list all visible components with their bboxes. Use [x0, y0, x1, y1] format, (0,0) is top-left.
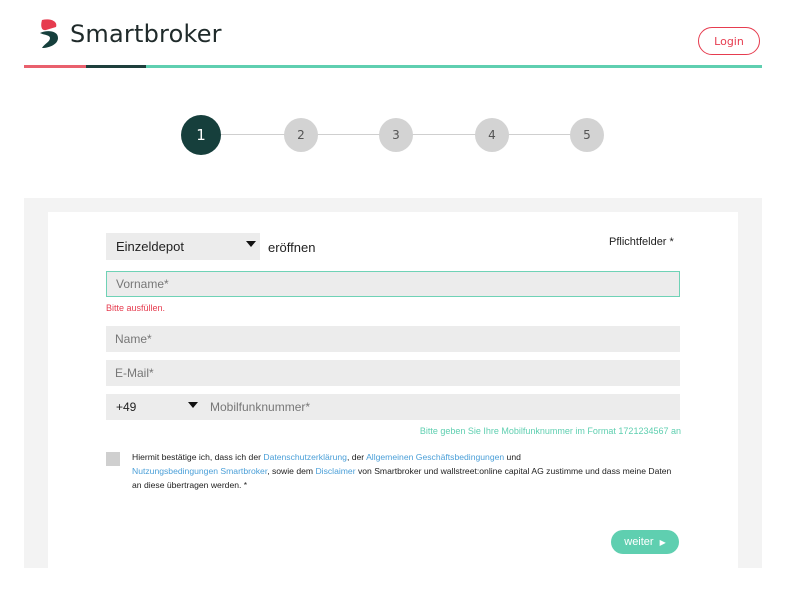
country-code-value: +49: [116, 400, 137, 414]
consent-text-part: Hiermit bestätige ich, dass ich der: [132, 452, 264, 462]
disclaimer-link[interactable]: Disclaimer: [315, 466, 355, 476]
header: Smartbroker Login: [24, 0, 762, 70]
consent-text-part: , der: [346, 452, 367, 462]
usage-terms-link[interactable]: Nutzungsbedingungen Smartbroker: [132, 466, 267, 476]
mobile-number-input[interactable]: [202, 394, 680, 420]
consent-text-part: , sowie dem: [267, 466, 316, 476]
country-code-select[interactable]: +49: [106, 394, 202, 420]
page: Smartbroker Login 1 2 3 4 5 Einzeldepot …: [0, 0, 808, 594]
login-button[interactable]: Login: [698, 27, 760, 55]
mobile-number-hint: Bitte geben Sie Ihre Mobilfunknummer im …: [419, 426, 681, 436]
email-input[interactable]: [106, 360, 680, 386]
consent-text: Hiermit bestätige ich, dass ich der Date…: [132, 450, 677, 492]
depot-type-value: Einzeldepot: [116, 239, 184, 254]
next-button[interactable]: weiter ▶: [611, 530, 679, 554]
step-3[interactable]: 3: [379, 118, 413, 152]
first-name-error: Bitte ausfüllen.: [106, 303, 166, 313]
header-bar-green: [146, 65, 762, 68]
terms-link[interactable]: Allgemeinen Geschäftsbedingungen: [366, 452, 504, 462]
last-name-input[interactable]: [106, 326, 680, 352]
step-4[interactable]: 4: [475, 118, 509, 152]
consent-checkbox[interactable]: [106, 452, 120, 466]
privacy-policy-link[interactable]: Datenschutzerklärung: [263, 452, 347, 462]
brand-name: Smartbroker: [70, 20, 222, 48]
chevron-down-icon: [188, 402, 198, 408]
depot-type-select[interactable]: Einzeldepot: [106, 233, 260, 260]
step-5[interactable]: 5: [570, 118, 604, 152]
form-panel: [48, 212, 738, 568]
header-progress-bar: [24, 65, 762, 68]
smartbroker-logo-icon: [40, 19, 58, 48]
header-bar-red: [24, 65, 86, 68]
header-bar-dark: [86, 65, 146, 68]
consent-text-part: und: [504, 452, 521, 462]
stepper: 1 2 3 4 5: [181, 115, 606, 155]
logo[interactable]: Smartbroker: [36, 18, 222, 50]
open-label: eröffnen: [268, 240, 316, 255]
step-1[interactable]: 1: [181, 115, 221, 155]
first-name-input[interactable]: [106, 271, 680, 297]
next-button-label: weiter: [624, 536, 654, 548]
play-arrow-icon: ▶: [659, 537, 666, 547]
chevron-down-icon: [246, 241, 256, 247]
required-fields-label: Pflichtfelder *: [609, 236, 674, 248]
step-2[interactable]: 2: [284, 118, 318, 152]
